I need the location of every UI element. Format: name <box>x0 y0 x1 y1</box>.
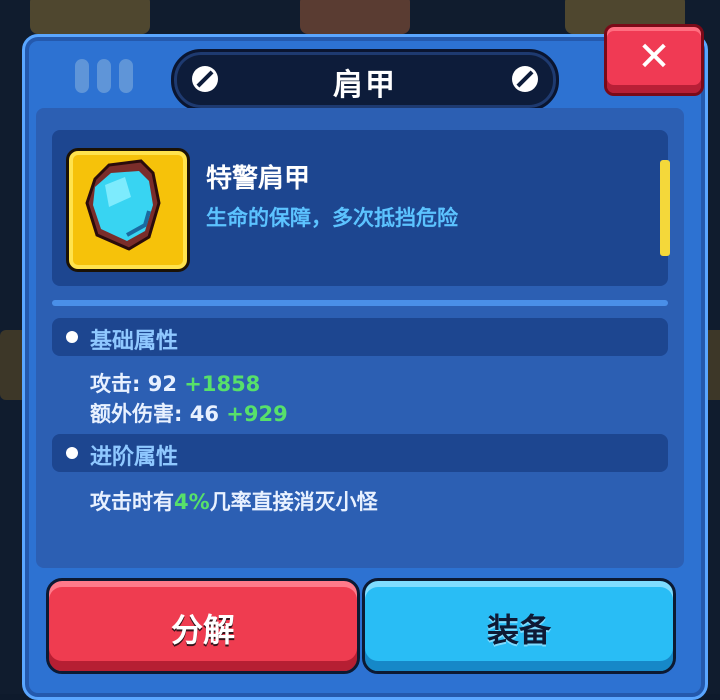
decompose-button[interactable]: 分解 <box>46 578 360 674</box>
basic-attributes-header: 基础属性 <box>52 318 668 356</box>
background-card <box>30 0 150 34</box>
background-card <box>300 0 410 34</box>
item-card-accent <box>660 160 670 256</box>
stat-label: 额外伤害: 46 <box>90 402 219 426</box>
effect-chance: 4% <box>174 490 210 514</box>
advanced-effect-text: 攻击时有4%几率直接消灭小怪 <box>90 486 378 516</box>
decompose-button-label: 分解 <box>170 611 235 649</box>
close-x-icon: ✕ <box>637 34 671 80</box>
bullet-icon <box>66 331 78 343</box>
stat-line-extra-damage: 额外伤害: 46 +929 <box>90 398 288 428</box>
effect-text: 几率直接消灭小怪 <box>209 490 378 514</box>
bolt-icon <box>512 66 538 92</box>
equip-button-label: 装备 <box>486 611 551 649</box>
dialog-title: 肩甲 <box>333 68 397 103</box>
shoulder-armor-icon <box>66 148 190 272</box>
stat-label: 攻击: 92 <box>90 372 177 396</box>
item-name: 特警肩甲 <box>206 164 311 194</box>
drag-grip-icon <box>75 59 135 93</box>
title-bar: 肩甲 <box>171 49 559 111</box>
stat-bonus: +929 <box>226 402 288 426</box>
equip-button[interactable]: 装备 <box>362 578 676 674</box>
advanced-attributes-header: 进阶属性 <box>52 434 668 472</box>
section-label: 基础属性 <box>90 329 179 354</box>
effect-text: 攻击时有 <box>90 490 174 514</box>
stat-line-attack: 攻击: 92 +1858 <box>90 368 260 398</box>
stat-bonus: +1858 <box>184 372 261 396</box>
bullet-icon <box>66 447 78 459</box>
item-description: 生命的保障，多次抵挡危险 <box>206 206 458 230</box>
section-label: 进阶属性 <box>90 445 179 470</box>
divider <box>52 300 668 306</box>
close-button[interactable]: ✕ <box>604 24 704 96</box>
